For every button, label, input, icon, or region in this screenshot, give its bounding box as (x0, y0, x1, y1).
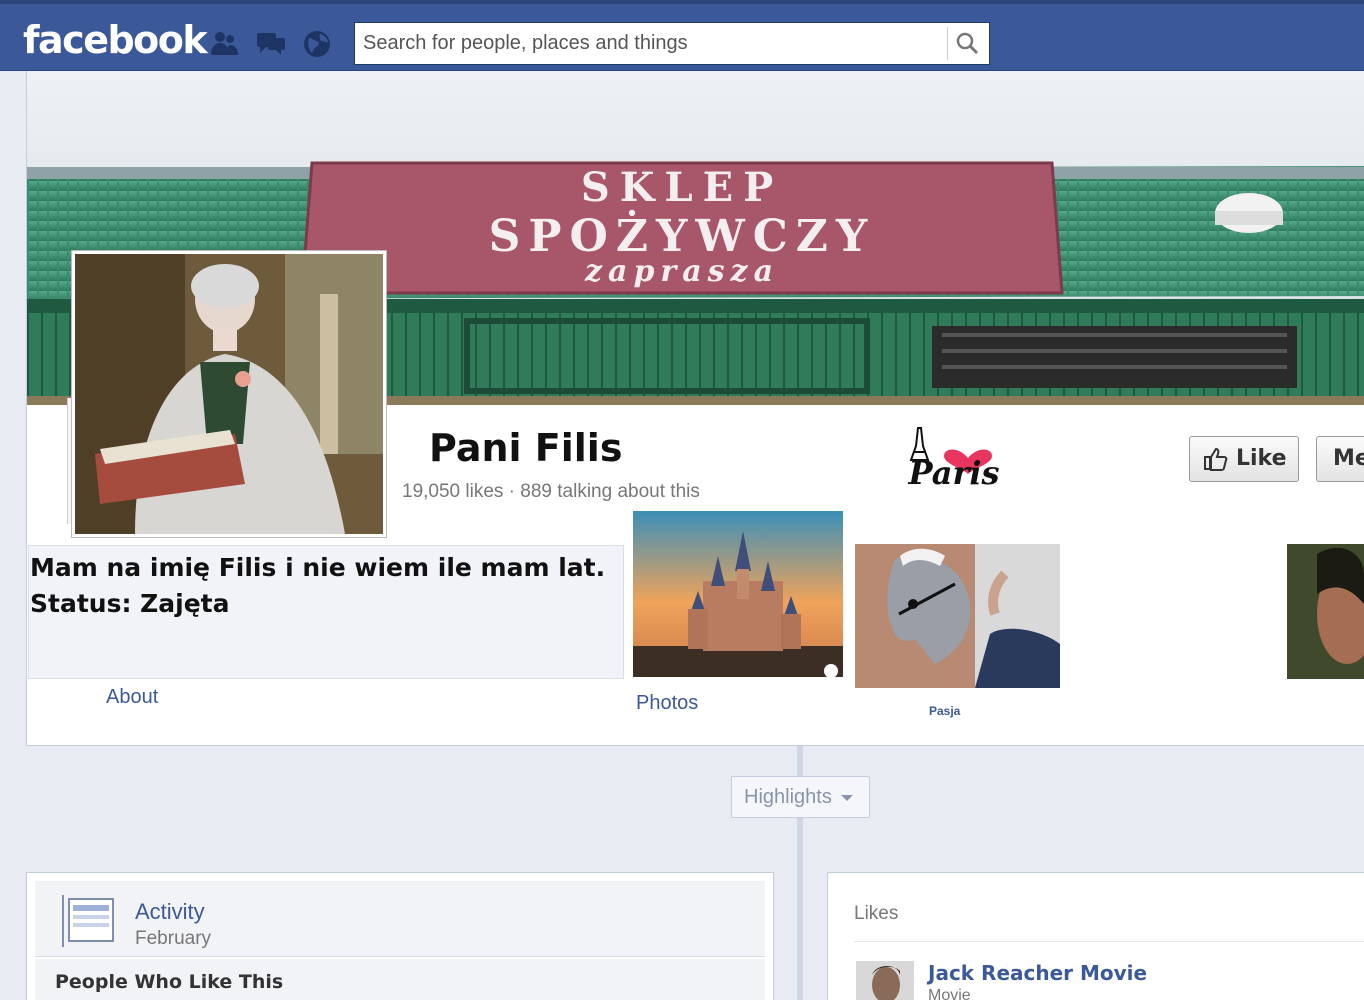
jack-reacher-image (856, 961, 914, 1000)
like-button-label: Like (1236, 446, 1287, 471)
top-navigation-bar: facebook (0, 0, 1364, 71)
app-thumbnail-partial[interactable] (1287, 544, 1364, 679)
likes-panel: Likes Jack Reacher Movie Movie (827, 872, 1364, 1000)
profile-portrait-image (75, 254, 383, 534)
activity-panel: Activity February People Who Like This (26, 872, 774, 1000)
liked-page-category: Movie (928, 987, 971, 1000)
search-icon[interactable] (951, 27, 985, 60)
photos-app-thumbnail[interactable] (633, 511, 843, 677)
paris-logo-image[interactable]: Paris (866, 424, 1032, 496)
page-title: Pani Filis (429, 426, 623, 470)
sign-line-3: zaprasza (584, 254, 779, 289)
facebook-logo[interactable]: facebook (23, 18, 208, 62)
search-divider (947, 27, 948, 60)
liked-page-avatar[interactable] (856, 961, 914, 1000)
highlights-label: Highlights (744, 786, 832, 808)
about-line-2: Status: Zajęta (30, 589, 230, 618)
paris-logo-text: Paris (908, 454, 1000, 492)
page-stats[interactable]: 19,050 likes · 889 talking about this (402, 481, 700, 503)
about-link[interactable]: About (106, 686, 158, 709)
search-input[interactable] (355, 23, 947, 64)
activity-log-icon (62, 895, 114, 947)
partial-app-image (1287, 544, 1364, 679)
likes-divider (854, 941, 1364, 942)
message-button[interactable]: Me (1316, 436, 1364, 482)
liked-page-name[interactable]: Jack Reacher Movie (928, 961, 1147, 985)
thumbs-up-icon (1204, 447, 1228, 471)
castle-photo-image (633, 511, 843, 677)
sign-line-1: SKLEP (581, 164, 783, 211)
pasja-app-thumbnail[interactable] (855, 544, 1060, 688)
messages-icon[interactable] (254, 26, 288, 60)
search-box (354, 22, 990, 65)
activity-subtitle: February (135, 928, 212, 949)
hobby-horse-image (855, 544, 1060, 688)
friend-requests-icon[interactable] (208, 26, 242, 60)
like-button[interactable]: Like (1189, 436, 1299, 482)
people-who-like-section: People Who Like This (35, 959, 765, 1000)
activity-header[interactable]: Activity February (35, 881, 765, 957)
about-description: Mam na imię Filis i nie wiem ile mam lat… (30, 550, 630, 622)
photos-link[interactable]: Photos (636, 692, 698, 715)
highlights-dropdown[interactable]: Highlights (731, 776, 870, 818)
message-button-label: Me (1333, 446, 1364, 471)
about-line-1: Mam na imię Filis i nie wiem ile mam lat… (30, 553, 606, 582)
activity-title[interactable]: Activity (135, 899, 205, 925)
likes-heading: Likes (854, 903, 899, 924)
notifications-globe-icon[interactable] (300, 26, 334, 60)
pasja-link[interactable]: Pasja (929, 704, 960, 718)
profile-picture[interactable] (72, 251, 386, 537)
people-who-like-heading: People Who Like This (55, 971, 284, 993)
chevron-down-icon (841, 795, 853, 801)
